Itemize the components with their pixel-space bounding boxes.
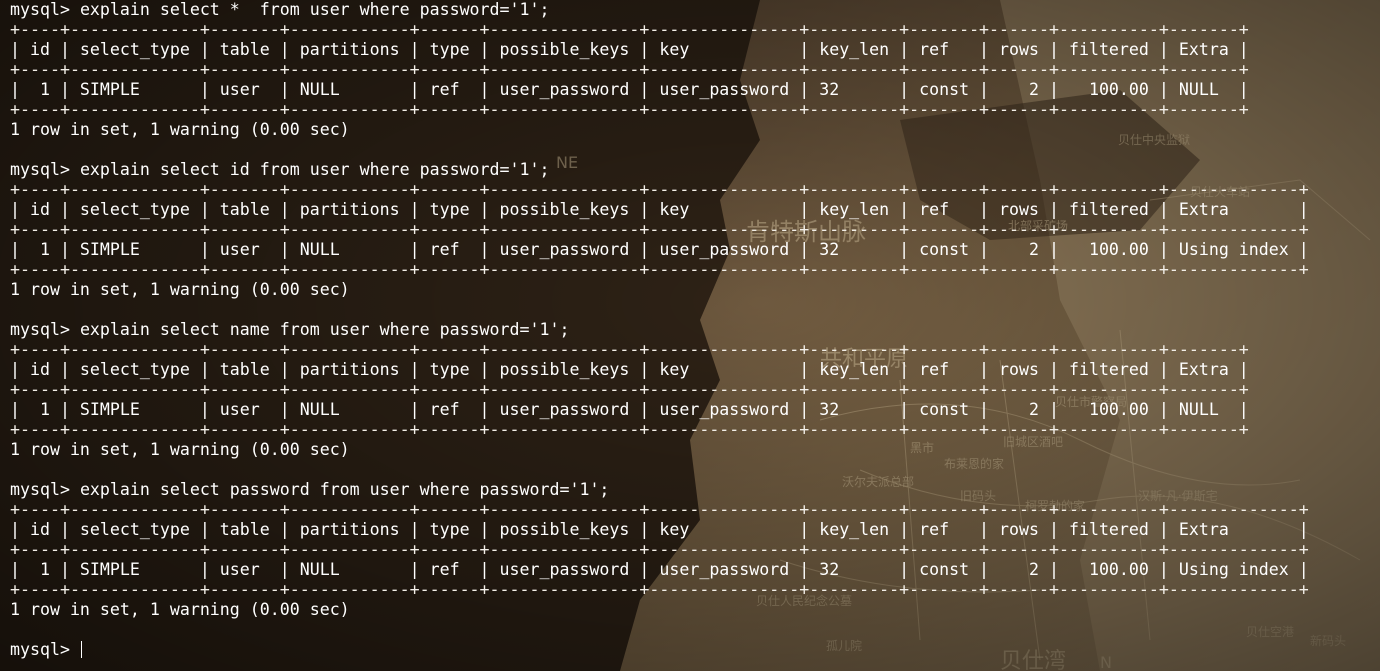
table-header: | id | select_type | table | partitions … <box>10 520 1309 539</box>
prompt: mysql> <box>10 640 80 659</box>
table-border: +----+-------------+-------+------------… <box>10 420 1249 439</box>
table-border: +----+-------------+-------+------------… <box>10 60 1249 79</box>
text-cursor <box>80 641 82 658</box>
command-text: explain select name from user where pass… <box>79 320 570 339</box>
command-line: mysql> explain select * from user where … <box>10 0 1380 20</box>
command-line: mysql> explain select id from user where… <box>10 160 1380 180</box>
command-line: mysql> explain select name from user whe… <box>10 320 1380 340</box>
table-border: +----+-------------+-------+------------… <box>10 220 1309 239</box>
table-row: | 1 | SIMPLE | user | NULL | ref | user_… <box>10 560 1309 579</box>
table-border: +----+-------------+-------+------------… <box>10 500 1309 519</box>
mysql-terminal[interactable]: mysql> explain select * from user where … <box>0 0 1380 671</box>
prompt: mysql> <box>10 480 80 499</box>
prompt: mysql> <box>10 320 80 339</box>
command-text: explain select password from user where … <box>79 480 610 499</box>
table-header: | id | select_type | table | partitions … <box>10 200 1309 219</box>
table-header: | id | select_type | table | partitions … <box>10 360 1249 379</box>
table-border: +----+-------------+-------+------------… <box>10 100 1249 119</box>
table-border: +----+-------------+-------+------------… <box>10 340 1249 359</box>
table-row: | 1 | SIMPLE | user | NULL | ref | user_… <box>10 80 1249 99</box>
result-summary: 1 row in set, 1 warning (0.00 sec) <box>10 600 350 619</box>
table-border: +----+-------------+-------+------------… <box>10 580 1309 599</box>
table-border: +----+-------------+-------+------------… <box>10 260 1309 279</box>
prompt: mysql> <box>10 0 80 19</box>
result-summary: 1 row in set, 1 warning (0.00 sec) <box>10 440 350 459</box>
command-line: mysql> explain select password from user… <box>10 480 1380 500</box>
table-row: | 1 | SIMPLE | user | NULL | ref | user_… <box>10 400 1249 419</box>
table-border: +----+-------------+-------+------------… <box>10 380 1249 399</box>
command-text: explain select * from user where passwor… <box>79 0 550 19</box>
table-header: | id | select_type | table | partitions … <box>10 40 1249 59</box>
active-command-line[interactable]: mysql> <box>10 640 1380 660</box>
table-border: +----+-------------+-------+------------… <box>10 20 1249 39</box>
result-summary: 1 row in set, 1 warning (0.00 sec) <box>10 280 350 299</box>
table-border: +----+-------------+-------+------------… <box>10 180 1309 199</box>
table-border: +----+-------------+-------+------------… <box>10 540 1309 559</box>
table-row: | 1 | SIMPLE | user | NULL | ref | user_… <box>10 240 1309 259</box>
result-summary: 1 row in set, 1 warning (0.00 sec) <box>10 120 350 139</box>
prompt: mysql> <box>10 160 80 179</box>
command-text: explain select id from user where passwo… <box>79 160 550 179</box>
